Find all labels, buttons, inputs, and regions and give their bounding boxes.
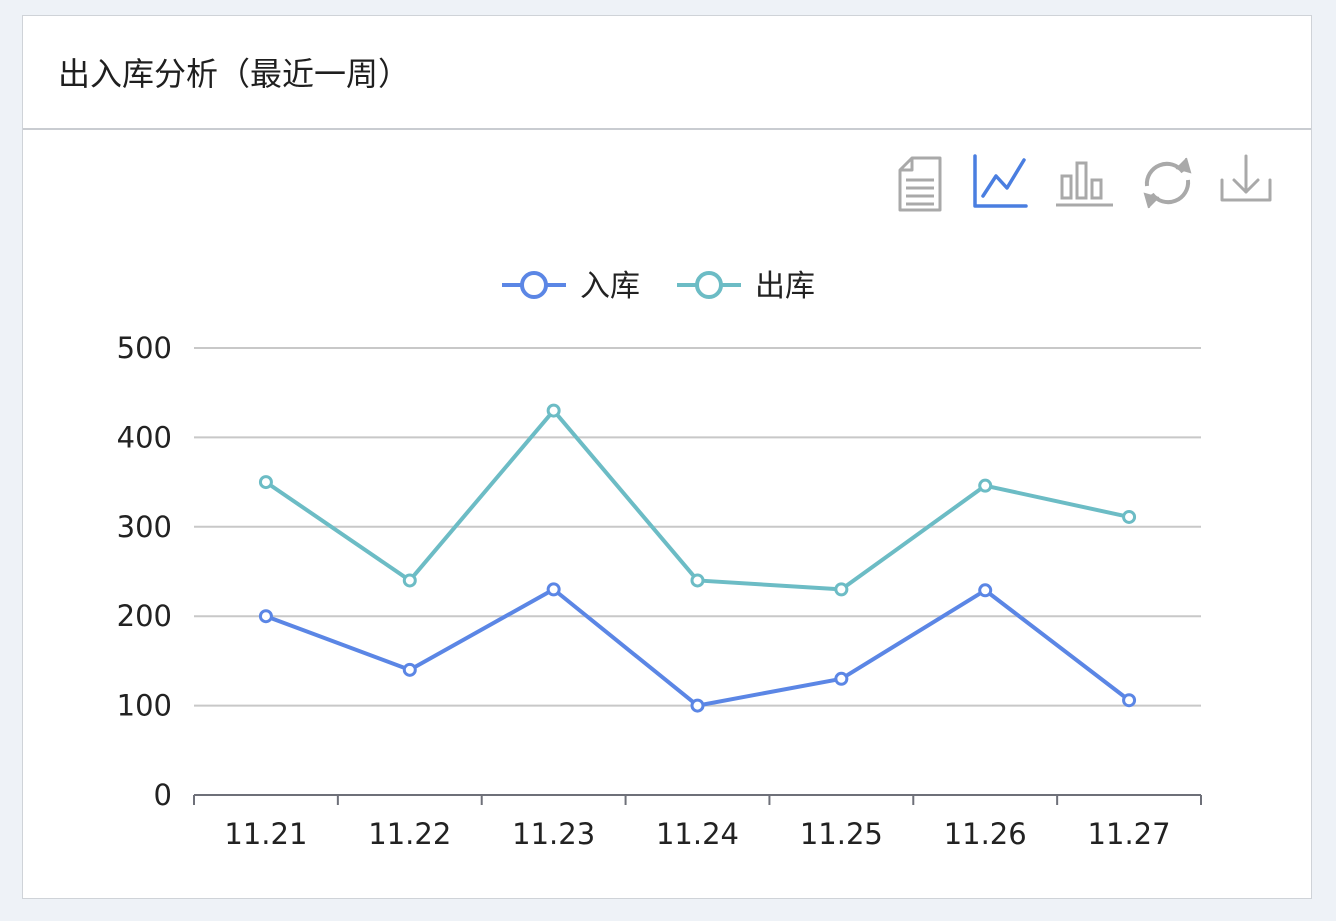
data-point[interactable] bbox=[690, 698, 705, 713]
legend-label: 出库 bbox=[755, 269, 815, 304]
x-tick-label: 11.21 bbox=[224, 817, 307, 851]
grid-lines bbox=[194, 347, 1201, 707]
x-tick-label: 11.23 bbox=[512, 817, 595, 851]
legend-item-0[interactable]: 入库 bbox=[502, 269, 640, 304]
x-tick-label: 11.25 bbox=[800, 817, 883, 851]
chart-series bbox=[258, 403, 1137, 713]
legend-marker bbox=[695, 271, 723, 299]
bar-chart-icon[interactable] bbox=[1056, 161, 1113, 207]
x-tick-label: 11.22 bbox=[368, 817, 451, 851]
data-point[interactable] bbox=[978, 583, 993, 598]
x-tick-label: 11.26 bbox=[944, 817, 1027, 851]
refresh-icon[interactable] bbox=[1143, 157, 1192, 209]
data-point[interactable] bbox=[402, 662, 417, 677]
line-chart-icon[interactable] bbox=[973, 154, 1028, 208]
x-tick-label: 11.24 bbox=[656, 817, 739, 851]
data-point[interactable] bbox=[546, 403, 561, 418]
data-point[interactable] bbox=[978, 478, 993, 493]
legend-marker bbox=[520, 271, 548, 299]
data-point[interactable] bbox=[1122, 509, 1137, 524]
y-tick-label: 100 bbox=[117, 689, 172, 723]
download-icon[interactable] bbox=[1220, 154, 1272, 202]
data-point[interactable] bbox=[1122, 693, 1137, 708]
x-axis: 11.21 11.22 11.23 11.24 11.25 11.26 11.27 bbox=[193, 794, 1202, 851]
data-point[interactable] bbox=[258, 475, 273, 490]
y-tick-label: 500 bbox=[117, 331, 172, 365]
y-tick-label: 0 bbox=[154, 778, 172, 812]
series-line-0 bbox=[265, 587, 1131, 708]
legend-label: 入库 bbox=[580, 269, 640, 304]
y-tick-label: 400 bbox=[117, 420, 172, 454]
y-tick-label: 300 bbox=[117, 510, 172, 544]
data-point[interactable] bbox=[690, 573, 705, 588]
toolbox bbox=[898, 154, 1272, 212]
y-tick-label: 200 bbox=[117, 599, 172, 633]
chart-legend: 入库 出库 bbox=[502, 269, 815, 304]
data-point[interactable] bbox=[258, 609, 273, 624]
legend-item-1[interactable]: 出库 bbox=[677, 269, 815, 304]
data-point[interactable] bbox=[834, 671, 849, 686]
data-point[interactable] bbox=[834, 582, 849, 597]
x-tick-label: 11.27 bbox=[1088, 817, 1171, 851]
data-point[interactable] bbox=[402, 573, 417, 588]
data-point[interactable] bbox=[546, 582, 561, 597]
y-axis: 0 100 200 300 400 500 bbox=[117, 331, 172, 812]
chart-canvas: 入库 出库 0100200300400500 11.21 11.22 11.23 11.… bbox=[117, 154, 1272, 851]
data-view-icon[interactable] bbox=[898, 156, 942, 212]
